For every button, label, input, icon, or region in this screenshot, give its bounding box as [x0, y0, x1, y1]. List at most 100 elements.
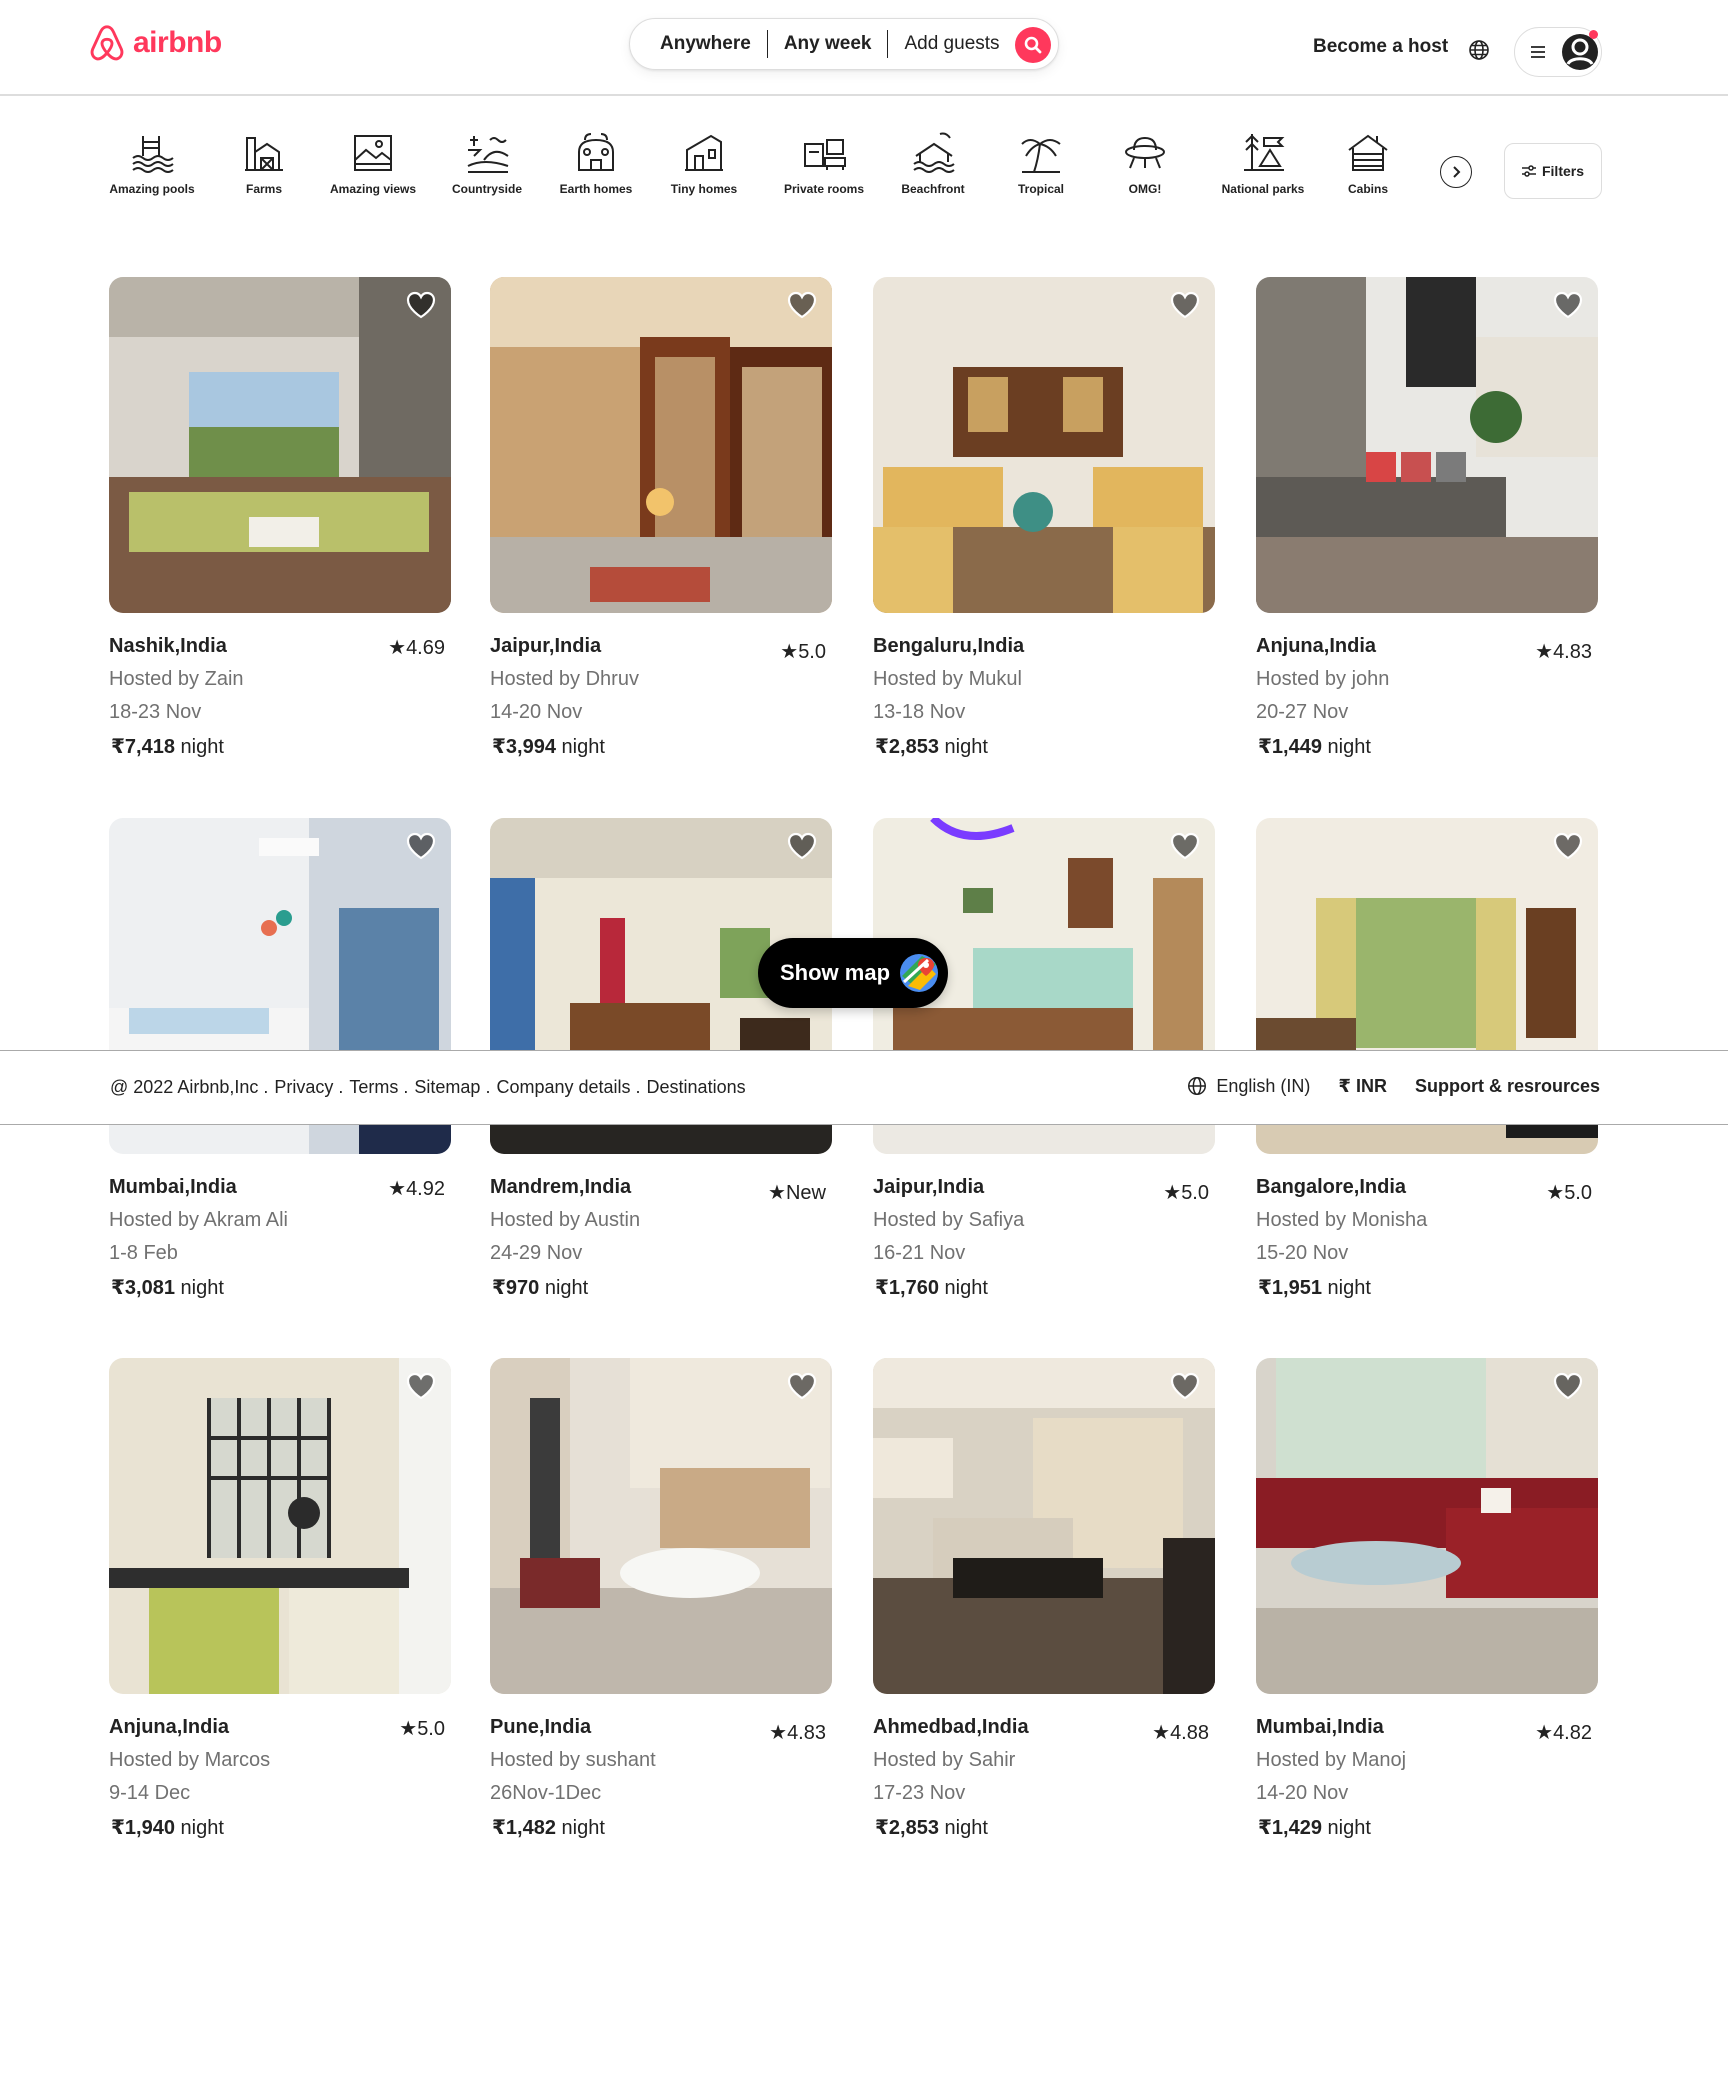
category-amazing-views[interactable]: Amazing views: [328, 130, 418, 196]
wishlist-heart-icon[interactable]: [1169, 1370, 1201, 1402]
category-tropical[interactable]: Tropical: [1016, 130, 1066, 196]
listing-location[interactable]: Jaipur,India: [490, 635, 601, 658]
listing-info: Pune,India ★4.83 Hosted by sushant 26Nov…: [490, 1694, 832, 1854]
wishlist-heart-icon[interactable]: [1552, 830, 1584, 862]
search-button[interactable]: [1015, 27, 1051, 63]
wishlist-heart-icon[interactable]: [1169, 289, 1201, 321]
listing-location[interactable]: Jaipur,India: [873, 1176, 984, 1199]
search-week[interactable]: Any week: [768, 33, 888, 55]
listing-card[interactable]: Nashik,India ★4.69 Hosted by Zain 18-23 …: [109, 277, 451, 773]
listing-location[interactable]: Anjuna,India: [1256, 635, 1376, 658]
rating-value: 5.0: [417, 1718, 445, 1740]
listing-photo[interactable]: [1256, 1358, 1598, 1694]
listing-price: ₹2,853 night: [875, 734, 988, 759]
listing-info: Mandrem,India ★New Hosted by Austin 24-2…: [490, 1154, 832, 1314]
listing-photo[interactable]: [109, 1358, 451, 1694]
category-cabins[interactable]: Cabins: [1344, 130, 1392, 196]
category-tiny-homes[interactable]: Tiny homes: [668, 130, 740, 196]
wishlist-heart-icon[interactable]: [1169, 830, 1201, 862]
wishlist-heart-icon[interactable]: [786, 1370, 818, 1402]
listing-card[interactable]: Pune,India ★4.83 Hosted by sushant 26Nov…: [490, 1358, 832, 1854]
category-label: Cabins: [1347, 182, 1388, 196]
user-menu-button[interactable]: [1514, 27, 1602, 77]
listing-location[interactable]: Anjuna,India: [109, 1716, 229, 1739]
category-countryside[interactable]: Countryside: [450, 130, 524, 196]
search-location[interactable]: Anywhere: [630, 33, 767, 55]
search-bar[interactable]: Anywhere Any week Add guests: [629, 18, 1059, 70]
category-earth-homes[interactable]: Earth homes: [558, 130, 634, 196]
private-room-icon: [804, 139, 846, 170]
category-private-rooms[interactable]: Private rooms: [782, 130, 866, 196]
brand-name: airbnb: [133, 26, 222, 59]
rating-value: 4.82: [1553, 1722, 1592, 1744]
listing-rating: ★4.83: [1535, 641, 1592, 663]
airbnb-logo[interactable]: airbnb: [87, 22, 222, 64]
footer-settings: English (IN) ₹ INR Support & resrources: [1186, 1075, 1600, 1097]
listing-rating: ★5.0: [780, 641, 826, 663]
listing-dates: 17-23 Nov: [873, 1782, 966, 1804]
listing-card[interactable]: Jaipur,India ★5.0 Hosted by Dhruv 14-20 …: [490, 277, 832, 773]
listing-rating: ★5.0: [399, 1718, 445, 1740]
listing-location[interactable]: Bangalore,India: [1256, 1176, 1406, 1199]
filters-button[interactable]: Filters: [1504, 143, 1602, 199]
listing-location[interactable]: Mandrem,India: [490, 1176, 631, 1199]
listing-price: ₹1,482 night: [492, 1815, 605, 1840]
listing-photo[interactable]: [490, 277, 832, 613]
category-label: Farms: [245, 182, 283, 196]
language-selector[interactable]: English (IN): [1186, 1075, 1310, 1097]
listing-photo[interactable]: [873, 277, 1215, 613]
listing-location[interactable]: Nashik,India: [109, 635, 227, 658]
wishlist-heart-icon[interactable]: [405, 289, 437, 321]
category-farms[interactable]: Farms: [238, 130, 290, 196]
price-amount: ₹1,951: [1258, 1277, 1322, 1299]
category-amazing-pools[interactable]: Amazing pools: [108, 130, 196, 196]
show-map-button[interactable]: Show map: [758, 938, 948, 1008]
listing-card[interactable]: Anjuna,India ★5.0 Hosted by Marcos 9-14 …: [109, 1358, 451, 1854]
category-beachfront[interactable]: Beachfront: [898, 130, 968, 196]
listing-card[interactable]: Ahmedbad,India ★4.88 Hosted by Sahir 17-…: [873, 1358, 1215, 1854]
tiny-home-icon: [685, 134, 723, 171]
listing-location[interactable]: Bengaluru,India: [873, 635, 1024, 658]
wishlist-heart-icon[interactable]: [786, 289, 818, 321]
footer-link-privacy[interactable]: Privacy .: [274, 1077, 343, 1098]
price-amount: ₹1,482: [492, 1817, 556, 1839]
category-omg[interactable]: OMG!: [1122, 130, 1168, 196]
wishlist-heart-icon[interactable]: [786, 830, 818, 862]
wishlist-heart-icon[interactable]: [1552, 1370, 1584, 1402]
price-amount: ₹7,418: [111, 736, 175, 758]
support-resources-link[interactable]: Support & resrources: [1415, 1076, 1600, 1097]
category-national-parks[interactable]: National parks: [1218, 130, 1308, 196]
listing-location[interactable]: Pune,India: [490, 1716, 591, 1739]
listing-location[interactable]: Ahmedbad,India: [873, 1716, 1029, 1739]
wishlist-heart-icon[interactable]: [405, 1370, 437, 1402]
footer-link-sitemap[interactable]: Sitemap .: [414, 1077, 490, 1098]
listing-card[interactable]: Bengaluru,India Hosted by Mukul 13-18 No…: [873, 277, 1215, 773]
park-icon: [1244, 134, 1285, 171]
listing-photo[interactable]: [1256, 277, 1598, 613]
listing-location[interactable]: Mumbai,India: [109, 1176, 237, 1199]
wishlist-heart-icon[interactable]: [405, 830, 437, 862]
price-unit: night: [1321, 1817, 1371, 1839]
listing-card[interactable]: Mumbai,India ★4.82 Hosted by Manoj 14-20…: [1256, 1358, 1598, 1854]
wishlist-heart-icon[interactable]: [1552, 289, 1584, 321]
footer-link-company-details[interactable]: Company details .: [496, 1077, 640, 1098]
footer-link-destinations[interactable]: Destinations: [647, 1077, 746, 1098]
listing-dates: 9-14 Dec: [109, 1782, 191, 1804]
notification-dot: [1589, 30, 1598, 39]
currency-selector[interactable]: ₹ INR: [1338, 1076, 1387, 1097]
listing-host: Hosted by Marcos: [109, 1749, 271, 1771]
listing-card[interactable]: Anjuna,India ★4.83 Hosted by john 20-27 …: [1256, 277, 1598, 773]
listing-card-info: Mandrem,India ★New Hosted by Austin 24-2…: [490, 1154, 832, 1314]
globe-icon: [1188, 1077, 1207, 1095]
listing-dates: 13-18 Nov: [873, 701, 966, 723]
become-host-link[interactable]: Become a host: [1313, 36, 1448, 58]
listing-photo[interactable]: [109, 277, 451, 613]
footer-link-terms[interactable]: Terms .: [349, 1077, 408, 1098]
listing-photo[interactable]: [490, 1358, 832, 1694]
category-next-button[interactable]: [1440, 156, 1472, 188]
globe-icon[interactable]: [1467, 38, 1491, 62]
listing-host: Hosted by Manoj: [1256, 1749, 1407, 1771]
listing-photo[interactable]: [873, 1358, 1215, 1694]
listing-location[interactable]: Mumbai,India: [1256, 1716, 1384, 1739]
search-guests[interactable]: Add guests: [888, 33, 1015, 55]
